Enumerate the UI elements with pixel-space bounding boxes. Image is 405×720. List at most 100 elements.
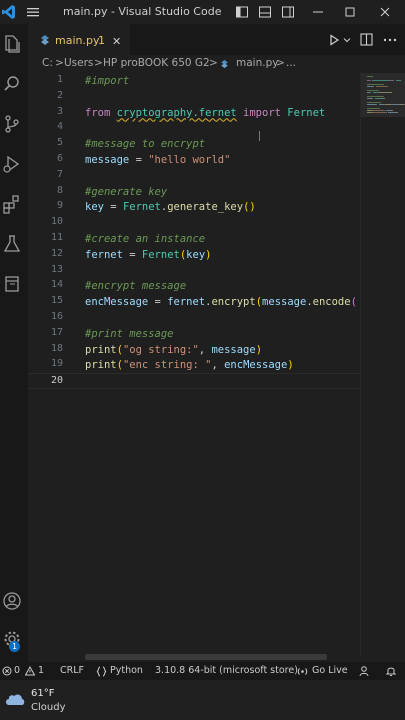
code-token: key <box>186 248 206 261</box>
run-debug-icon[interactable] <box>2 154 22 174</box>
feedback-person-icon[interactable] <box>358 665 370 677</box>
code-line[interactable]: 9 key = Fernet.generate_key() <box>28 199 360 215</box>
toggle-secondary-sidebar-icon[interactable] <box>281 5 295 19</box>
code-text: print("og string:", message) <box>85 342 262 358</box>
code-line[interactable]: 10 <box>28 215 360 231</box>
close-window-icon[interactable] <box>378 5 392 19</box>
code-token: "hello world" <box>148 154 231 166</box>
tab-close-button[interactable]: ✕ <box>112 35 121 48</box>
line-number: 7 <box>56 168 63 180</box>
code-token: ) <box>255 343 263 356</box>
code-token: encMessage <box>224 359 288 372</box>
error-count[interactable]: 0 <box>14 665 20 676</box>
run-python-file-icon[interactable] <box>328 34 340 46</box>
code-token: key <box>85 201 104 214</box>
code-line[interactable]: 8 #generate key <box>28 184 360 200</box>
toggle-panel-icon[interactable] <box>258 5 272 19</box>
code-line[interactable]: 19 print("enc string: ", encMessage) <box>28 357 360 373</box>
line-ending[interactable]: CRLF <box>60 665 84 676</box>
code-token: ( <box>350 296 357 309</box>
code-text: #import <box>85 73 129 89</box>
code-token: "og string:" <box>122 343 199 356</box>
code-token: #generate key <box>85 185 168 198</box>
warning-count[interactable]: 1 <box>38 665 44 676</box>
code-token: encode <box>312 296 351 309</box>
code-text: #generate key <box>85 184 167 200</box>
python-interpreter[interactable]: 3.10.8 64-bit (microsoft store) <box>155 665 298 676</box>
breadcrumb-users[interactable]: Users <box>64 57 93 69</box>
breadcrumb-file[interactable]: main.py <box>236 57 278 69</box>
breadcrumb-user-folder[interactable]: HP proBOOK 650 G2 <box>103 57 210 69</box>
code-line[interactable]: 14 #encrypt message <box>28 278 360 294</box>
code-line[interactable]: 20 <box>28 373 360 390</box>
breadcrumb-drive[interactable]: C: <box>42 57 53 69</box>
code-token: = <box>148 296 168 309</box>
code-token: = <box>103 201 123 214</box>
breadcrumb-separator: > <box>94 57 103 69</box>
code-line[interactable]: 18 print("og string:", message) <box>28 342 360 358</box>
line-number: 8 <box>56 184 63 196</box>
line-number: 13 <box>50 263 63 275</box>
code-line[interactable]: 2 <box>28 89 360 105</box>
code-token: #encrypt message <box>85 280 187 293</box>
minimap-slider[interactable] <box>361 73 405 117</box>
code-line[interactable]: 15 encMessage = fernet.encrypt(message.en… <box>28 294 360 310</box>
code-line[interactable]: 13 <box>28 263 360 279</box>
search-icon[interactable] <box>2 74 22 94</box>
go-live-button[interactable]: Go Live <box>312 665 348 676</box>
breadcrumb-symbols[interactable]: ... <box>286 57 296 69</box>
code-editor[interactable]: 1 #import 2 3 from cryptography.fernet impor… <box>28 73 360 656</box>
toggle-primary-sidebar-icon[interactable] <box>235 5 249 19</box>
line-number: 6 <box>56 153 63 164</box>
weather-temperature[interactable]: 61°F <box>31 688 54 699</box>
maximize-icon[interactable] <box>343 5 357 19</box>
cloud-weather-icon[interactable] <box>4 690 26 706</box>
tab-problem-count: 1 <box>98 34 105 47</box>
language-mode[interactable]: Python <box>110 665 143 676</box>
run-options-chevron-icon[interactable] <box>343 36 351 44</box>
code-token: from <box>85 106 117 119</box>
error-icon[interactable] <box>2 666 12 676</box>
code-line[interactable]: 1 #import <box>28 73 360 89</box>
weather-condition[interactable]: Cloudy <box>31 702 65 713</box>
source-control-icon[interactable] <box>2 114 22 134</box>
notifications-bell-icon[interactable] <box>385 665 397 677</box>
explorer-icon[interactable] <box>2 34 22 54</box>
code-line[interactable]: 7 <box>28 168 360 184</box>
windows-taskbar <box>0 680 405 720</box>
line-number: 19 <box>50 358 63 370</box>
breadcrumb-separator: > <box>276 57 285 69</box>
warning-icon[interactable] <box>25 666 35 676</box>
code-line[interactable]: 6 message = "hello world" <box>28 152 360 168</box>
code-line[interactable]: 11 #create an instance <box>28 231 360 247</box>
more-actions-icon[interactable] <box>383 38 397 42</box>
line-number: 4 <box>56 121 63 133</box>
minimap[interactable] <box>360 73 405 656</box>
code-text: #encrypt message <box>85 278 186 294</box>
breadcrumb: C: > Users > HP proBOOK 650 G2 > main.py… <box>28 55 405 73</box>
horizontal-scrollbar[interactable] <box>85 654 327 660</box>
hamburger-menu-icon[interactable] <box>26 5 40 19</box>
breadcrumb-separator: > <box>55 57 64 69</box>
code-line[interactable]: 3 from cryptography.fernet import Fernet <box>28 105 360 121</box>
code-token: message <box>211 343 256 356</box>
code-line[interactable]: 16 <box>28 310 360 326</box>
code-token: "enc string: " <box>122 359 212 372</box>
code-line[interactable]: 5 #message to encrypt <box>28 136 360 152</box>
code-token: , <box>198 343 212 356</box>
minimize-icon[interactable] <box>311 5 325 19</box>
code-line[interactable]: 4 <box>28 120 360 136</box>
split-editor-icon[interactable] <box>360 33 373 46</box>
testing-flask-icon[interactable] <box>2 234 22 254</box>
code-line[interactable]: 17 #print message <box>28 326 360 342</box>
remote-explorer-icon[interactable] <box>2 274 22 294</box>
line-number: 1 <box>56 74 63 85</box>
account-icon[interactable] <box>2 591 22 611</box>
code-token: () <box>243 201 256 214</box>
settings-update-badge: 1 <box>9 641 20 652</box>
extensions-icon[interactable] <box>2 194 22 214</box>
tab-main-py[interactable]: main.py 1 ✕ <box>28 24 130 56</box>
code-token: ) <box>287 359 294 372</box>
code-line[interactable]: 12 fernet = Fernet(key) <box>28 247 360 263</box>
code-token: , <box>211 359 225 372</box>
